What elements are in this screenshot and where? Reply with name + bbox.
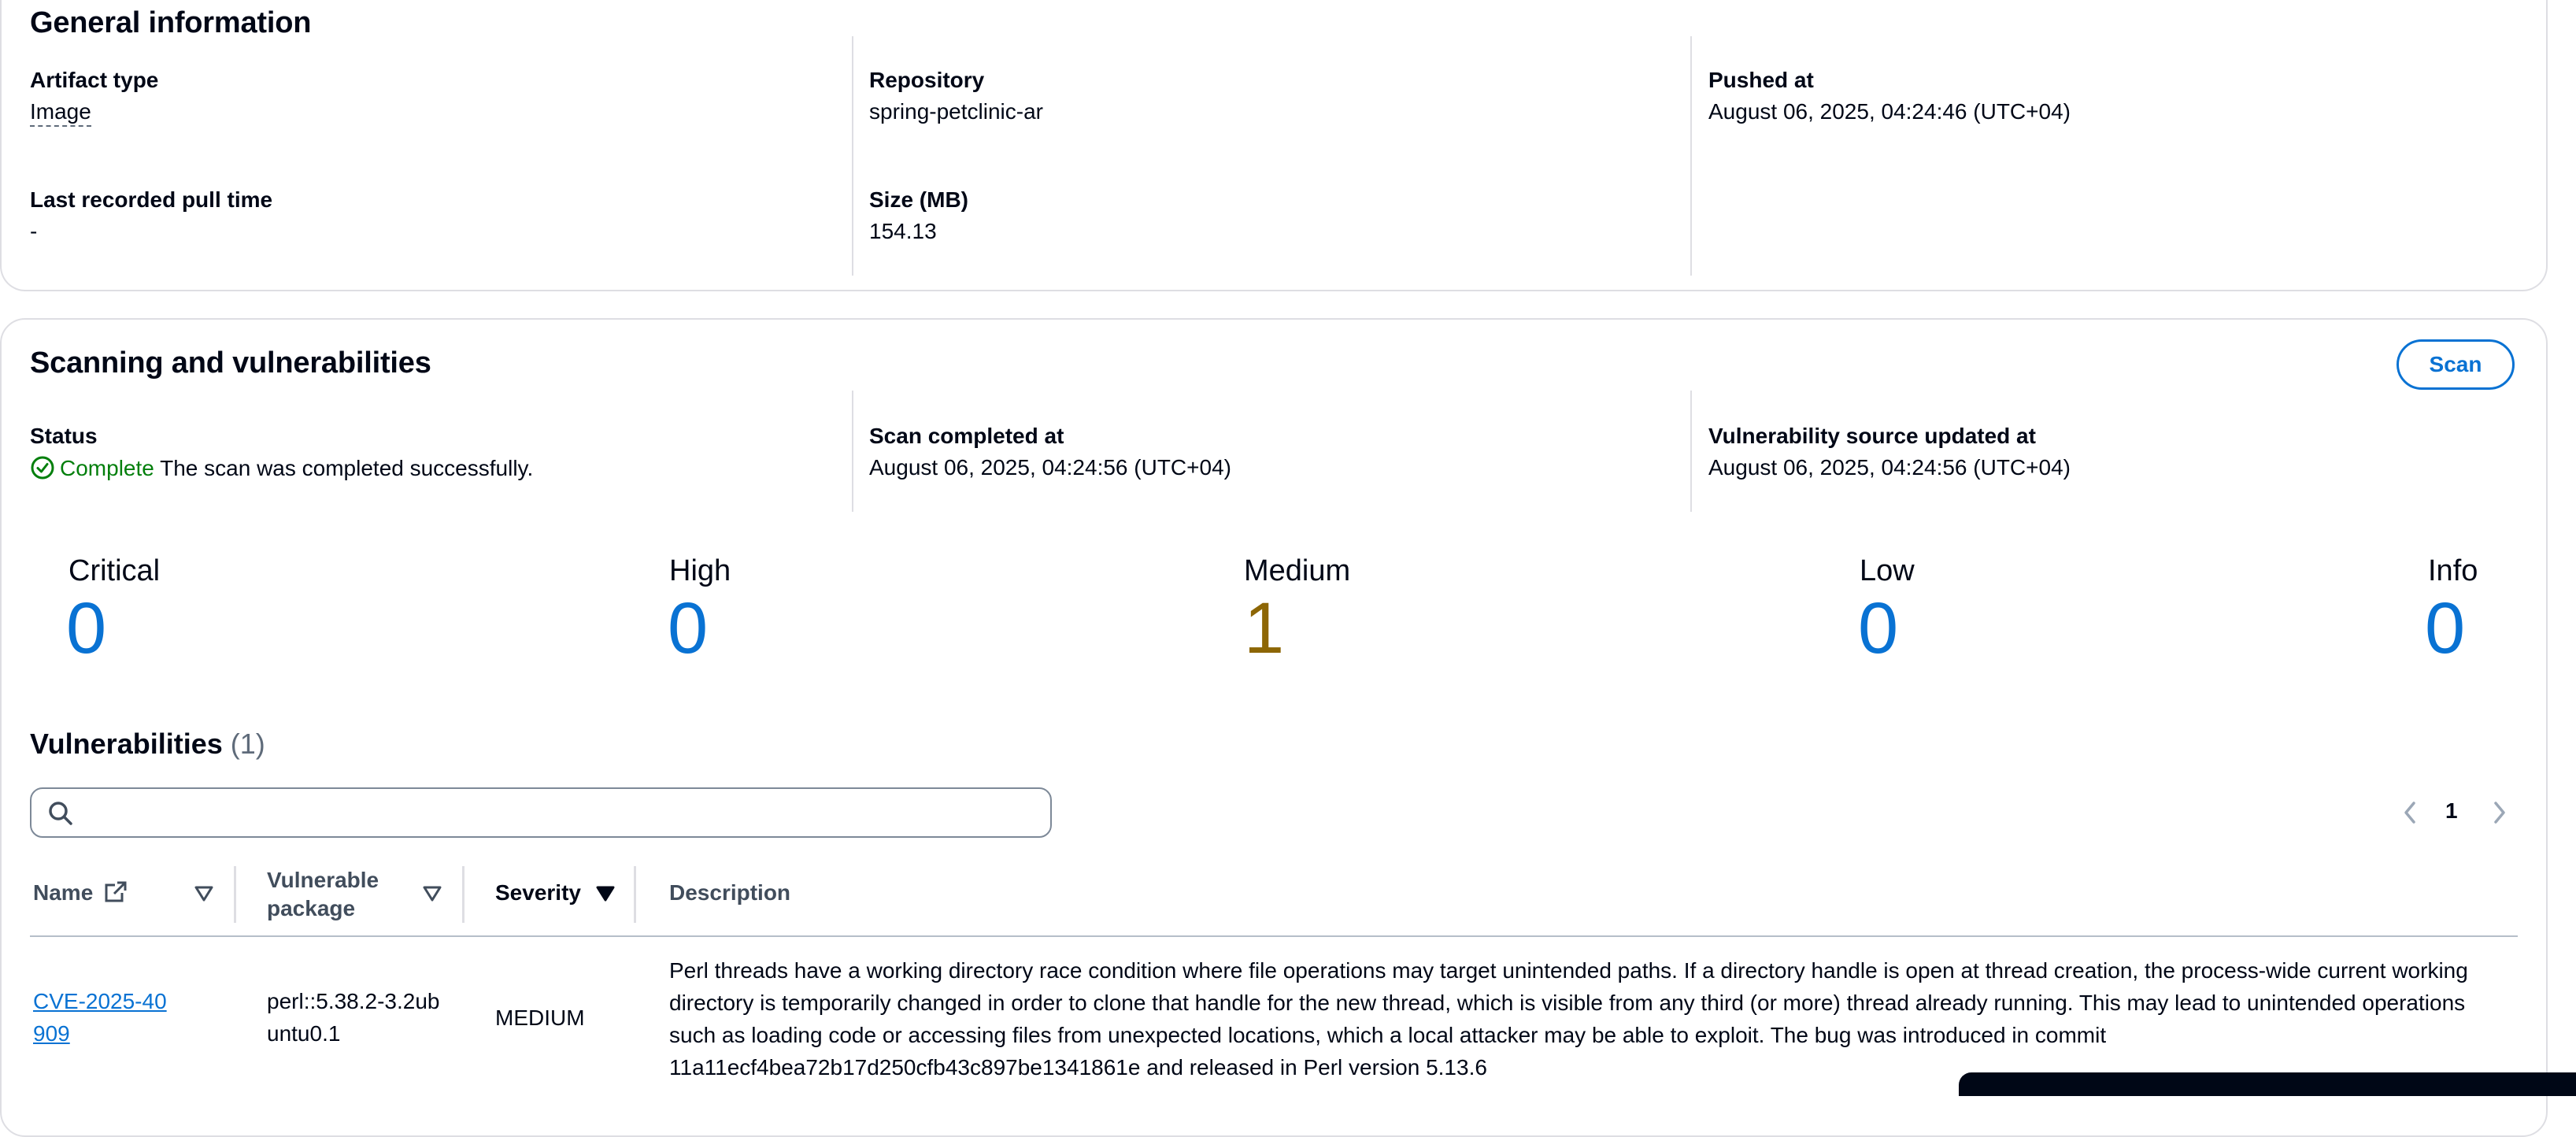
column-divider <box>852 391 853 512</box>
scan-button[interactable]: Scan <box>2396 339 2515 390</box>
scan-completed-value: August 06, 2025, 04:24:56 (UTC+04) <box>869 455 1231 480</box>
current-page-number[interactable]: 1 <box>2445 798 2458 833</box>
source-updated-value: August 06, 2025, 04:24:56 (UTC+04) <box>1708 455 2071 480</box>
size-value: 154.13 <box>869 219 937 243</box>
pushed-at-value: August 06, 2025, 04:24:46 (UTC+04) <box>1708 99 2071 124</box>
pushed-at-label: Pushed at <box>1708 68 1814 92</box>
vulnerabilities-title: Vulnerabilities (1) <box>30 728 265 761</box>
severity-low-count: 0 <box>1858 588 1899 668</box>
status-label: Status <box>30 424 98 448</box>
severity-value: MEDIUM <box>495 1006 585 1030</box>
sort-descending-icon[interactable] <box>595 885 616 902</box>
vulnerabilities-count: (1) <box>230 728 265 760</box>
vulnerabilities-search-box[interactable] <box>30 787 1052 838</box>
column-header-name-text[interactable]: Name <box>33 880 93 905</box>
column-divider <box>1690 36 1692 276</box>
severity-high-label: High <box>669 554 731 587</box>
vulnerabilities-title-text: Vulnerabilities <box>30 728 223 760</box>
severity-critical-count: 0 <box>66 588 107 668</box>
status-value: Complete The scan was completed successf… <box>30 455 533 481</box>
severity-low-label: Low <box>1860 554 1915 587</box>
severity-high-count: 0 <box>668 588 709 668</box>
vulnerable-package: perl::5.38.2-3.2ubuntu0.1 <box>267 989 440 1046</box>
last-pull-value: - <box>30 219 38 243</box>
cve-link[interactable]: CVE-2025-40909 <box>33 985 175 1050</box>
vulnerabilities-search-input[interactable] <box>82 795 1034 830</box>
artifact-type-label: Artifact type <box>30 68 159 92</box>
next-page-icon[interactable] <box>2489 795 2510 830</box>
column-divider <box>852 36 853 276</box>
general-information-title: General information <box>30 6 312 39</box>
column-divider <box>1690 391 1692 512</box>
column-divider[interactable] <box>634 866 636 923</box>
severity-medium-label: Medium <box>1244 554 1351 587</box>
artifact-type-value[interactable]: Image <box>30 99 91 127</box>
general-information-panel <box>0 0 2548 291</box>
scanning-title: Scanning and vulnerabilities <box>30 346 431 380</box>
search-icon <box>49 802 72 825</box>
check-circle-icon <box>31 456 54 480</box>
column-header-description: Description <box>669 880 791 905</box>
sort-icon[interactable] <box>194 885 214 902</box>
artifact-type-text[interactable]: Image <box>30 99 91 127</box>
source-updated-label: Vulnerability source updated at <box>1708 424 2036 448</box>
status-message: The scan was completed successfully. <box>160 456 534 480</box>
severity-medium-count: 1 <box>1244 588 1285 668</box>
external-link-icon <box>105 881 127 902</box>
sort-icon[interactable] <box>422 885 442 902</box>
table-header-rule <box>30 935 2518 937</box>
status-state: Complete <box>60 456 154 480</box>
previous-page-icon[interactable] <box>2400 795 2420 830</box>
repository-label: Repository <box>869 68 985 92</box>
column-header-package[interactable]: Vulnerable package <box>267 866 393 923</box>
vulnerability-description: Perl threads have a working directory ra… <box>669 958 2468 1080</box>
size-label: Size (MB) <box>869 187 968 212</box>
last-pull-label: Last recorded pull time <box>30 187 273 212</box>
column-divider[interactable] <box>462 866 464 923</box>
column-divider[interactable] <box>234 866 236 923</box>
severity-info-count: 0 <box>2425 588 2466 668</box>
scan-completed-label: Scan completed at <box>869 424 1064 448</box>
column-header-severity[interactable]: Severity <box>495 880 581 906</box>
column-header-name[interactable]: Name <box>33 880 128 906</box>
overlay-panel-edge <box>1959 1072 2576 1096</box>
severity-info-label: Info <box>2428 554 2478 587</box>
severity-critical-label: Critical <box>68 554 161 587</box>
repository-value: spring-petclinic-ar <box>869 99 1043 124</box>
